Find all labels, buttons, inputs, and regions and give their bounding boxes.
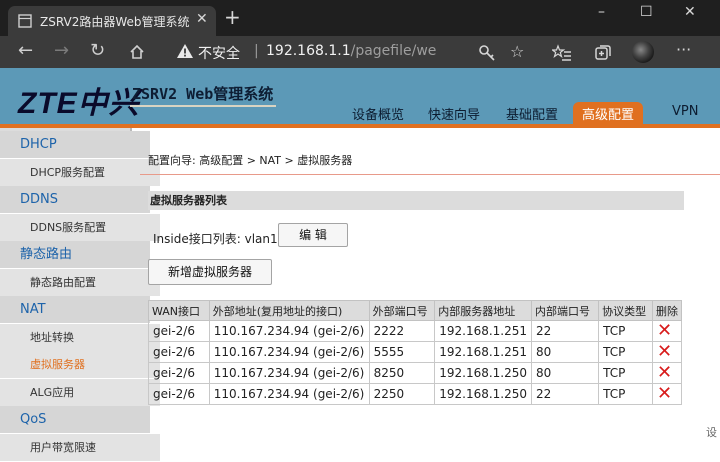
edit-button[interactable]: 编 辑 — [278, 223, 348, 247]
refresh-icon[interactable]: ↻ — [90, 40, 105, 61]
delete-icon[interactable]: ✕ — [657, 320, 672, 341]
page-icon — [18, 14, 32, 28]
cell-internal-address: 192.168.1.251 — [434, 320, 533, 342]
warning-icon[interactable] — [176, 42, 194, 60]
sidebar: DHCP DHCP服务配置 DDNS DDNS服务配置 静态路由 静态路由配置 … — [0, 128, 160, 462]
menu-quick-wizard[interactable]: 快速向导 — [428, 104, 480, 123]
key-icon[interactable] — [478, 44, 496, 62]
cell-internal-address: 192.168.1.250 — [434, 362, 533, 384]
cell-wan: gei-2/6 — [148, 320, 210, 342]
sidebar-item-dhcp[interactable]: DHCP — [0, 131, 150, 159]
cell-internal-address: 192.168.1.251 — [434, 341, 533, 363]
cell-internal-port: 22 — [531, 383, 600, 405]
menu-vpn[interactable]: VPN — [672, 104, 698, 119]
delete-icon[interactable]: ✕ — [657, 362, 672, 383]
favorite-star-icon[interactable]: ☆ — [510, 42, 524, 61]
back-icon[interactable]: ← — [18, 40, 33, 61]
address-bar: ← → ↻ 不安全 | 192.168.1.1/pagefile/webgui.… — [0, 36, 720, 68]
menu-advanced-config[interactable]: 高级配置 — [573, 102, 644, 126]
cell-external-address: 110.167.234.94 (gei-2/6) — [208, 341, 370, 363]
col-external-address: 外部地址(复用地址的接口) — [208, 300, 370, 321]
sidebar-item-alg[interactable]: ALG应用 — [0, 379, 160, 407]
menu-basic-config[interactable]: 基础配置 — [506, 104, 558, 123]
delete-cell: ✕ — [652, 362, 682, 384]
cell-internal-port: 80 — [531, 341, 600, 363]
home-icon[interactable] — [128, 43, 146, 61]
cell-protocol: TCP — [598, 341, 653, 363]
clipped-edge-text: 设 — [706, 426, 717, 439]
cell-external-address: 110.167.234.94 (gei-2/6) — [208, 320, 370, 342]
collections-icon[interactable] — [594, 44, 612, 62]
cell-internal-port: 22 — [531, 320, 600, 342]
system-title: ZSRV2 Web管理系统 — [132, 85, 274, 103]
table-row: gei-2/6 110.167.234.94 (gei-2/6) 5555 19… — [148, 341, 682, 363]
cell-internal-port: 80 — [531, 362, 600, 384]
browser-tab[interactable]: ZSRV2路由器Web管理系统 ✕ — [8, 6, 216, 36]
cell-external-port: 5555 — [368, 341, 436, 363]
close-tab-icon[interactable]: ✕ — [196, 11, 208, 27]
col-internal-port: 内部端口号 — [531, 300, 600, 321]
zte-logo: ZTE中兴 — [18, 87, 140, 120]
more-options-icon[interactable]: ··· — [676, 40, 691, 59]
sidebar-item-qos[interactable]: QoS — [0, 406, 150, 434]
delete-cell: ✕ — [652, 383, 682, 405]
url-separator: | — [254, 43, 259, 59]
delete-icon[interactable]: ✕ — [657, 383, 672, 404]
cell-external-port: 2250 — [368, 383, 436, 405]
sidebar-item-virtual-server[interactable]: 虚拟服务器 — [0, 351, 160, 379]
url-text: 192.168.1.1/pagefile/webgui... — [266, 43, 436, 59]
cell-wan: gei-2/6 — [148, 341, 210, 363]
table-row: gei-2/6 110.167.234.94 (gei-2/6) 8250 19… — [148, 362, 682, 384]
add-virtual-server-button[interactable]: 新增虚拟服务器 — [148, 259, 272, 285]
sidebar-item-nat[interactable]: NAT — [0, 296, 150, 324]
cell-internal-address: 192.168.1.250 — [434, 383, 533, 405]
maximize-icon[interactable]: ☐ — [640, 4, 653, 20]
menu-device-overview[interactable]: 设备概览 — [352, 104, 404, 123]
col-internal-address: 内部服务器地址 — [434, 300, 533, 321]
sidebar-item-address-translation[interactable]: 地址转换 — [0, 324, 160, 352]
security-label: 不安全 — [198, 46, 240, 62]
cell-protocol: TCP — [598, 362, 653, 384]
col-delete: 删除 — [652, 300, 682, 321]
table-row: gei-2/6 110.167.234.94 (gei-2/6) 2222 19… — [148, 320, 682, 342]
sidebar-item-ddns-service[interactable]: DDNS服务配置 — [0, 214, 160, 242]
profile-avatar[interactable] — [632, 41, 654, 63]
cell-external-port: 2222 — [368, 320, 436, 342]
sidebar-item-static-route[interactable]: 静态路由 — [0, 241, 150, 269]
inside-interface-label: Inside接口列表: vlan1 — [153, 232, 278, 246]
cell-wan: gei-2/6 — [148, 362, 210, 384]
minimize-icon[interactable]: – — [598, 4, 605, 20]
cell-wan: gei-2/6 — [148, 383, 210, 405]
delete-cell: ✕ — [652, 341, 682, 363]
delete-icon[interactable]: ✕ — [657, 341, 672, 362]
router-header: ZTE中兴 ZSRV2 Web管理系统 设备概览 快速向导 基础配置 高级配置 … — [0, 68, 720, 126]
table-row: gei-2/6 110.167.234.94 (gei-2/6) 2250 19… — [148, 383, 682, 405]
breadcrumb: 配置向导: 高级配置 > NAT > 虚拟服务器 — [148, 154, 353, 167]
tab-title: ZSRV2路由器Web管理系统 — [40, 15, 190, 29]
virtual-server-table: WAN接口 外部地址(复用地址的接口) 外部端口号 内部服务器地址 内部端口号 … — [148, 300, 682, 405]
delete-cell: ✕ — [652, 320, 682, 342]
cell-external-port: 8250 — [368, 362, 436, 384]
browser-tab-bar: ZSRV2路由器Web管理系统 ✕ + – ☐ ✕ — [0, 0, 720, 36]
sidebar-item-static-route-config[interactable]: 静态路由配置 — [0, 269, 160, 297]
sidebar-item-ddns[interactable]: DDNS — [0, 186, 150, 214]
close-window-icon[interactable]: ✕ — [684, 4, 696, 20]
cell-external-address: 110.167.234.94 (gei-2/6) — [208, 383, 370, 405]
title-underline — [130, 105, 276, 107]
col-wan-interface: WAN接口 — [148, 300, 210, 321]
cell-external-address: 110.167.234.94 (gei-2/6) — [208, 362, 370, 384]
new-tab-button[interactable]: + — [224, 6, 241, 28]
sidebar-item-bandwidth-limit[interactable]: 用户带宽限速 — [0, 434, 160, 462]
cell-protocol: TCP — [598, 383, 653, 405]
breadcrumb-divider — [140, 174, 720, 175]
col-external-port: 外部端口号 — [368, 300, 436, 321]
sidebar-item-dhcp-service[interactable]: DHCP服务配置 — [0, 159, 160, 187]
col-protocol: 协议类型 — [598, 300, 653, 321]
table-header-row: WAN接口 外部地址(复用地址的接口) 外部端口号 内部服务器地址 内部端口号 … — [148, 300, 682, 321]
section-title: 虚拟服务器列表 — [148, 191, 684, 210]
forward-icon[interactable]: → — [54, 40, 69, 61]
favorites-list-icon[interactable] — [552, 44, 572, 62]
cell-protocol: TCP — [598, 320, 653, 342]
